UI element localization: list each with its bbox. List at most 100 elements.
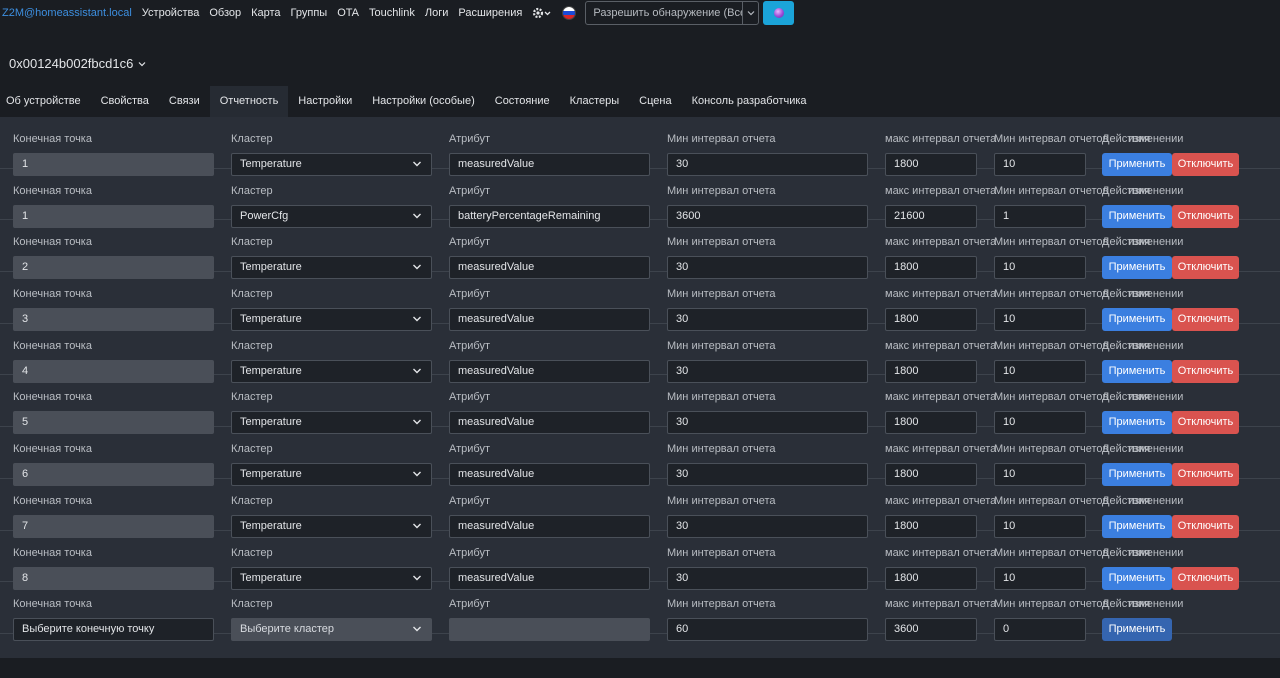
theme-toggle-button[interactable] — [763, 1, 795, 25]
tab-scene[interactable]: Сцена — [629, 86, 681, 117]
attribute-label: Атрибут — [449, 339, 490, 352]
max-interval-label: макс интервал отчета — [885, 339, 997, 352]
reporting-row: Конечная точка Кластер Атрибут Мин интер… — [0, 427, 1280, 487]
change-label-suffix: изменении — [1128, 546, 1184, 559]
max-interval-label: макс интервал отчета — [885, 236, 997, 249]
nav-groups[interactable]: Группы — [291, 7, 328, 19]
tab-about[interactable]: Об устройстве — [0, 86, 91, 117]
tab-exposes[interactable]: Свойства — [91, 86, 159, 117]
change-label-suffix: изменении — [1128, 236, 1184, 249]
device-ieee: 0x00124b002fbcd1c6 — [9, 56, 134, 71]
chevron-down-icon — [413, 368, 421, 374]
reporting-row: Конечная точка Кластер Атрибут Мин интер… — [0, 375, 1280, 435]
max-interval-input[interactable]: 3600 — [885, 618, 977, 642]
max-interval-label: макс интервал отчета — [885, 184, 997, 197]
endpoint-label: Конечная точка — [13, 184, 92, 197]
min-change-label: Мин интервал отчетов — [994, 494, 1109, 507]
cluster-label: Кластер — [231, 494, 273, 507]
attribute-label: Атрибут — [449, 184, 490, 197]
language-flag-icon[interactable] — [562, 6, 577, 20]
nav-dashboard[interactable]: Обзор — [209, 7, 241, 19]
permit-join-select[interactable]: Разрешить обнаружение (Все) — [585, 1, 760, 25]
min-interval-label: Мин интервал отчета — [667, 133, 776, 145]
device-tabs: Об устройстве Свойства Связи Отчетность … — [0, 86, 817, 117]
chevron-down-icon[interactable] — [742, 2, 758, 24]
min-interval-label: Мин интервал отчета — [667, 288, 776, 301]
max-interval-label: макс интервал отчета — [885, 443, 997, 456]
max-interval-label: макс интервал отчета — [885, 598, 997, 611]
brand-link[interactable]: Z2M@homeassistant.local — [2, 7, 132, 19]
tab-settings[interactable]: Настройки — [288, 86, 362, 117]
chevron-down-icon — [413, 213, 421, 219]
tab-clusters[interactable]: Кластеры — [560, 86, 630, 117]
change-label-suffix: изменении — [1128, 339, 1184, 352]
min-interval-label: Мин интервал отчета — [667, 339, 776, 352]
attribute-label: Атрибут — [449, 443, 490, 456]
endpoint-label: Конечная точка — [13, 133, 92, 145]
cluster-label: Кластер — [231, 546, 273, 559]
tab-state[interactable]: Состояние — [485, 86, 560, 117]
chevron-down-icon — [413, 419, 421, 425]
min-interval-label: Мин интервал отчета — [667, 598, 776, 611]
chevron-down-icon — [413, 264, 421, 270]
endpoint-label: Конечная точка — [13, 494, 92, 507]
chevron-down-icon — [413, 316, 421, 322]
reporting-row: Конечная точка Кластер Атрибут Мин интер… — [0, 117, 1280, 176]
endpoint-select[interactable]: Выберите конечную точку — [13, 618, 214, 642]
device-selector[interactable]: 0x00124b002fbcd1c6 — [9, 56, 146, 71]
nav-extensions[interactable]: Расширения — [458, 7, 522, 19]
cluster-label: Кластер — [231, 236, 273, 249]
chevron-down-icon — [413, 523, 421, 529]
min-change-label: Мин интервал отчетов — [994, 339, 1109, 352]
reporting-panel: Конечная точка Кластер Атрибут Мин интер… — [0, 117, 1280, 658]
min-change-label: Мин интервал отчетов — [994, 443, 1109, 456]
min-change-label: Мин интервал отчетов — [994, 184, 1109, 197]
max-interval-label: макс интервал отчета — [885, 133, 997, 145]
tab-bind[interactable]: Связи — [159, 86, 210, 117]
min-change-label: Мин интервал отчетов — [994, 391, 1109, 404]
max-interval-label: макс интервал отчета — [885, 546, 997, 559]
max-interval-label: макс интервал отчета — [885, 391, 997, 404]
attribute-label: Атрибут — [449, 598, 490, 611]
attribute-label: Атрибут — [449, 236, 490, 249]
nav-map[interactable]: Карта — [251, 7, 280, 19]
min-interval-label: Мин интервал отчета — [667, 494, 776, 507]
top-navbar: Z2M@homeassistant.local Устройства Обзор… — [0, 0, 1280, 26]
new-reporting-row: Конечная точка Кластер Атрибут Мин интер… — [0, 582, 1280, 642]
reporting-row: Конечная точка Кластер Атрибут Мин интер… — [0, 272, 1280, 332]
attribute-label: Атрибут — [449, 391, 490, 404]
reporting-row: Конечная точка Кластер Атрибут Мин интер… — [0, 324, 1280, 383]
cluster-label: Кластер — [231, 391, 273, 404]
endpoint-label: Конечная точка — [13, 288, 92, 301]
attribute-label: Атрибут — [449, 133, 490, 145]
endpoint-label: Конечная точка — [13, 443, 92, 456]
nav-ota[interactable]: OTA — [337, 7, 359, 19]
cluster-label: Кластер — [231, 443, 273, 456]
min-change-input[interactable]: 0 — [994, 618, 1086, 642]
min-change-label: Мин интервал отчетов — [994, 546, 1109, 559]
reporting-row: Конечная точка Кластер Атрибут Мин интер… — [0, 531, 1280, 590]
settings-gear-icon[interactable] — [532, 5, 552, 21]
tab-reporting[interactable]: Отчетность — [209, 86, 289, 117]
change-label-suffix: изменении — [1128, 133, 1184, 145]
nav-devices[interactable]: Устройства — [142, 7, 200, 19]
tab-settings-specific[interactable]: Настройки (особые) — [362, 86, 485, 117]
cluster-placeholder: Выберите кластер — [240, 623, 335, 636]
min-interval-label: Мин интервал отчета — [667, 443, 776, 456]
cluster-select[interactable]: Выберите кластер — [231, 618, 432, 642]
min-interval-input[interactable]: 60 — [667, 618, 868, 642]
attribute-field[interactable] — [449, 618, 650, 642]
tab-dev-console[interactable]: Консоль разработчика — [682, 86, 817, 117]
min-interval-label: Мин интервал отчета — [667, 236, 776, 249]
apply-button[interactable]: Применить — [1102, 618, 1172, 642]
nav-logs[interactable]: Логи — [425, 7, 449, 19]
endpoint-label: Конечная точка — [13, 236, 92, 249]
nav-touchlink[interactable]: Touchlink — [369, 7, 415, 19]
cluster-label: Кластер — [231, 339, 273, 352]
min-interval-label: Мин интервал отчета — [667, 391, 776, 404]
attribute-label: Атрибут — [449, 546, 490, 559]
change-label-suffix: изменении — [1128, 288, 1184, 301]
reporting-row: Конечная точка Кластер Атрибут Мин интер… — [0, 479, 1280, 538]
chevron-down-icon — [413, 626, 421, 632]
chevron-down-icon — [413, 471, 421, 477]
